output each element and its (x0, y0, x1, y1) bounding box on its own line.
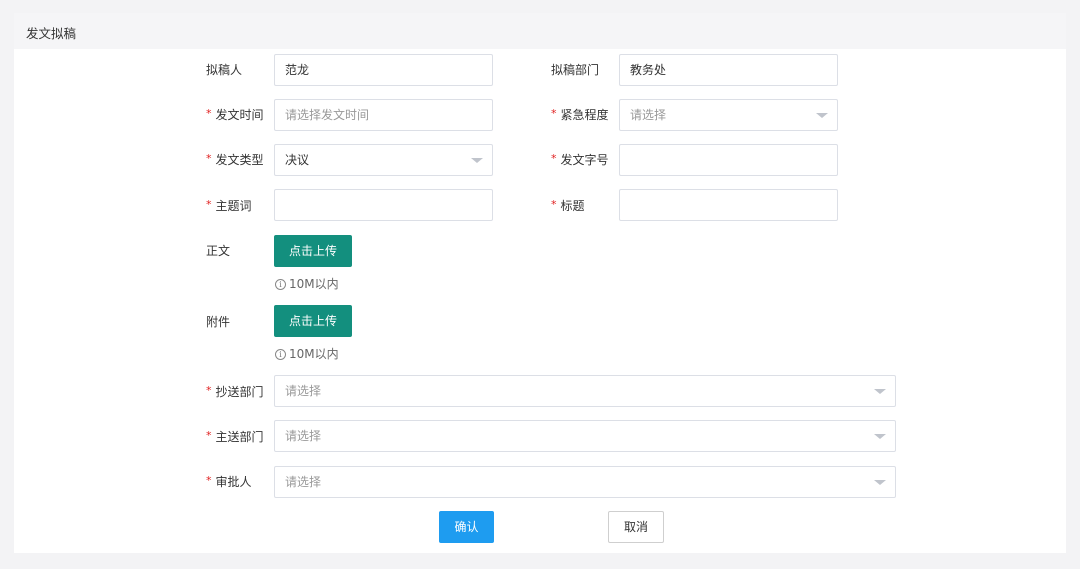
approver-placeholder: 请选择 (285, 475, 322, 489)
cc-dept-label: 抄送部门 (206, 384, 264, 401)
confirm-button[interactable]: 确认 (439, 511, 494, 543)
body-upload-hint: i 10M以内 (275, 277, 339, 291)
caret-down-icon (816, 113, 828, 118)
draft-dept-label: 拟稿部门 (551, 63, 600, 77)
caret-down-icon (471, 158, 483, 163)
attachment-label: 附件 (206, 315, 231, 329)
main-dept-placeholder: 请选择 (285, 429, 322, 443)
keywords-label: 主题词 (206, 198, 252, 215)
caret-down-icon (874, 389, 886, 394)
keywords-input[interactable] (274, 189, 493, 221)
doc-number-input[interactable] (619, 144, 838, 176)
doc-type-value: 决议 (285, 153, 310, 167)
approver-select[interactable]: 请选择 (274, 466, 896, 498)
approver-label: 审批人 (206, 474, 252, 491)
caret-down-icon (874, 434, 886, 439)
body-hint-text: 10M以内 (289, 277, 339, 291)
drafter-field[interactable]: 范龙 (274, 54, 493, 86)
attachment-hint-text: 10M以内 (289, 347, 339, 361)
cancel-button[interactable]: 取消 (608, 511, 664, 543)
issue-time-picker[interactable]: 请选择发文时间 (274, 99, 493, 131)
title-input[interactable] (619, 189, 838, 221)
urgency-select[interactable]: 请选择 (619, 99, 838, 131)
doc-type-label: 发文类型 (206, 152, 264, 169)
body-label: 正文 (206, 244, 231, 258)
attachment-upload-button[interactable]: 点击上传 (274, 305, 352, 337)
body-upload-button[interactable]: 点击上传 (274, 235, 352, 267)
doc-type-select[interactable]: 决议 (274, 144, 493, 176)
draft-dept-value: 教务处 (630, 63, 667, 77)
main-dept-label: 主送部门 (206, 429, 264, 446)
issue-time-placeholder: 请选择发文时间 (285, 108, 370, 122)
panel-header: 发文拟稿 (14, 13, 1066, 49)
drafter-label: 拟稿人 (206, 63, 243, 77)
cc-dept-select[interactable]: 请选择 (274, 375, 896, 407)
main-dept-select[interactable]: 请选择 (274, 420, 896, 452)
draft-dept-field[interactable]: 教务处 (619, 54, 838, 86)
cc-dept-placeholder: 请选择 (285, 384, 322, 398)
urgency-label: 紧急程度 (551, 107, 609, 124)
info-circle-icon: i (275, 349, 286, 360)
attachment-upload-hint: i 10M以内 (275, 347, 339, 361)
urgency-placeholder: 请选择 (630, 108, 667, 122)
page-title: 发文拟稿 (26, 26, 77, 41)
info-circle-icon: i (275, 279, 286, 290)
issue-time-label: 发文时间 (206, 107, 264, 124)
doc-number-label: 发文字号 (551, 152, 609, 169)
caret-down-icon (874, 480, 886, 485)
drafter-value: 范龙 (285, 63, 310, 77)
title-label: 标题 (551, 198, 585, 215)
